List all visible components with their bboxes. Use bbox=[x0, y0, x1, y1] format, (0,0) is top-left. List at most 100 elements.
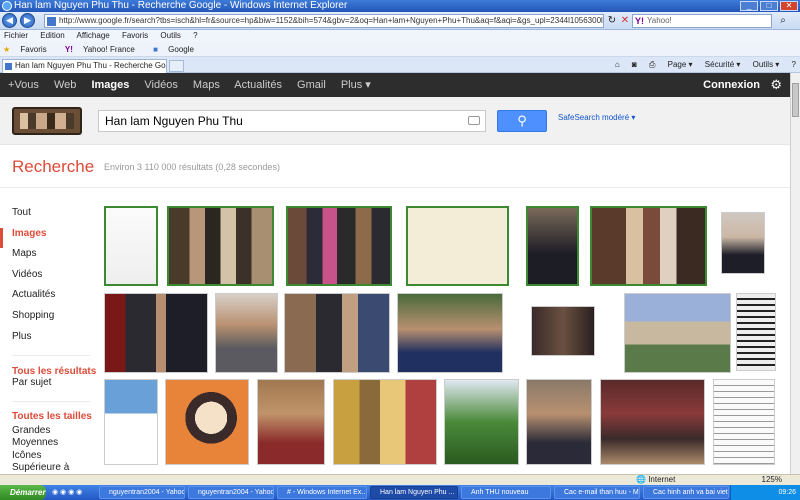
zoom-level[interactable]: 125% bbox=[762, 475, 782, 485]
gbar-link-plus-you[interactable]: +Vous bbox=[8, 79, 39, 91]
image-result-group-award[interactable] bbox=[167, 206, 274, 286]
help-icon[interactable]: ? bbox=[792, 60, 796, 69]
taskbar-item[interactable]: Anh THU nouveau bbox=[461, 486, 551, 499]
stop-icon[interactable]: ✕ bbox=[618, 14, 632, 28]
close-window-button[interactable]: ✕ bbox=[780, 1, 798, 11]
favorite-yahoo[interactable]: Y! Yahoo! France bbox=[65, 45, 143, 54]
image-result-meeting[interactable] bbox=[531, 306, 595, 356]
size-medium[interactable]: Moyennes bbox=[12, 437, 92, 450]
search-header: Han lam Nguyen Phu Thu ⚲ SafeSearch modé… bbox=[0, 97, 790, 145]
page-menu[interactable]: Page ▾ bbox=[668, 60, 693, 69]
favorite-google[interactable]: ■ Google bbox=[153, 45, 202, 54]
status-bar: 🌐 Internet 125% bbox=[0, 474, 800, 485]
menu-file[interactable]: Fichier bbox=[4, 31, 28, 40]
image-result-portrait-medals[interactable] bbox=[526, 206, 579, 286]
size-icons[interactable]: Icônes bbox=[12, 450, 92, 463]
back-button[interactable]: ◀ bbox=[2, 13, 17, 28]
image-result-medal-pinning[interactable] bbox=[590, 206, 707, 286]
maximize-button[interactable]: □ bbox=[760, 1, 778, 11]
gbar-link-images[interactable]: Images bbox=[91, 79, 129, 91]
address-url: http://www.google.fr/search?tbs=isch&hl=… bbox=[59, 16, 603, 25]
image-result-portrait-art[interactable] bbox=[165, 379, 249, 465]
image-result-diploma[interactable] bbox=[406, 206, 509, 286]
image-result-group-ceremony[interactable] bbox=[286, 206, 392, 286]
size-large[interactable]: Grandes bbox=[12, 425, 92, 438]
image-result-man-glasses[interactable] bbox=[215, 293, 278, 373]
gbar-link-videos[interactable]: Vidéos bbox=[144, 79, 177, 91]
favorites-button[interactable]: ★ Favoris bbox=[3, 45, 55, 54]
nav-item-videos[interactable]: Vidéos bbox=[12, 269, 92, 290]
image-result-article[interactable] bbox=[713, 379, 775, 465]
taskbar-item[interactable]: # - Windows Internet Ex... bbox=[277, 486, 367, 499]
clock[interactable]: 09:26 bbox=[778, 489, 796, 496]
nav-item-images[interactable]: Images bbox=[0, 227, 92, 249]
image-result-two-men[interactable] bbox=[104, 293, 208, 373]
image-result-calendar[interactable] bbox=[104, 379, 158, 465]
home-icon[interactable]: ⌂ bbox=[615, 60, 620, 69]
rss-icon[interactable]: ◙ bbox=[632, 60, 637, 69]
gbar-link-more[interactable]: Plus ▾ bbox=[341, 79, 371, 91]
gbar-link-maps[interactable]: Maps bbox=[193, 79, 220, 91]
search-input[interactable]: Han lam Nguyen Phu Thu bbox=[98, 110, 486, 132]
gbar-link-web[interactable]: Web bbox=[54, 79, 76, 91]
camera-icon[interactable] bbox=[468, 116, 480, 125]
forward-button[interactable]: ▶ bbox=[20, 13, 35, 28]
magnifier-icon[interactable]: ⌕ bbox=[776, 14, 790, 28]
security-menu[interactable]: Sécurité ▾ bbox=[705, 60, 741, 69]
taskbar-item-active[interactable]: Han lam Nguyen Phu ... bbox=[370, 486, 458, 499]
signin-link[interactable]: Connexion bbox=[703, 73, 760, 97]
image-result-audience[interactable] bbox=[600, 379, 705, 465]
scrollbar-thumb[interactable] bbox=[792, 83, 799, 117]
filter-all-sizes[interactable]: Toutes les tailles bbox=[12, 411, 92, 424]
tab-favicon-icon bbox=[5, 63, 12, 70]
image-result-altar[interactable] bbox=[333, 379, 437, 465]
image-result-old-document[interactable] bbox=[736, 293, 776, 371]
taskbar-item[interactable]: Cac hinh anh va bai viet ... bbox=[643, 486, 729, 499]
start-button[interactable]: Démarrer bbox=[0, 485, 46, 500]
nav-item-more[interactable]: Plus bbox=[12, 331, 92, 352]
quicklaunch-icons[interactable]: ◉ ◉ ◉ ◉ bbox=[52, 485, 82, 500]
tools-menu[interactable]: Outils ▾ bbox=[753, 60, 780, 69]
image-result-portrait-small[interactable] bbox=[721, 212, 765, 274]
address-input[interactable]: http://www.google.fr/search?tbs=isch&hl=… bbox=[44, 14, 604, 28]
menu-view[interactable]: Affichage bbox=[77, 31, 110, 40]
gear-icon[interactable]: ⚙ bbox=[770, 73, 782, 97]
nav-item-all[interactable]: Tout bbox=[12, 207, 92, 228]
image-result-man-smiling[interactable] bbox=[257, 379, 325, 465]
nav-item-shopping[interactable]: Shopping bbox=[12, 310, 92, 331]
address-toolbar: ◀ ▶ http://www.google.fr/search?tbs=isch… bbox=[0, 12, 800, 30]
toolbar-search-input[interactable]: Y! Yahoo! bbox=[632, 14, 772, 28]
search-button[interactable]: ⚲ bbox=[497, 110, 547, 132]
nav-item-maps[interactable]: Maps bbox=[12, 248, 92, 269]
image-result-portrait-man[interactable] bbox=[526, 379, 592, 465]
print-icon[interactable]: ⎙ bbox=[649, 60, 655, 69]
page-favicon-icon bbox=[47, 17, 56, 26]
nav-item-news[interactable]: Actualités bbox=[12, 289, 92, 310]
taskbar-item[interactable]: nguyentran2004 - Yahoo... bbox=[99, 486, 185, 499]
menu-favorites[interactable]: Favoris bbox=[122, 31, 148, 40]
refresh-icon[interactable]: ↻ bbox=[605, 14, 619, 28]
image-result-document[interactable] bbox=[104, 206, 158, 286]
menu-bar: Fichier Edition Affichage Favoris Outils… bbox=[0, 30, 800, 42]
minimize-button[interactable]: _ bbox=[740, 1, 758, 11]
tab-google-search[interactable]: Han lam Nguyen Phu Thu - Recherche Googl… bbox=[2, 59, 167, 73]
menu-help[interactable]: ? bbox=[193, 31, 197, 40]
page-scrollbar[interactable] bbox=[790, 73, 800, 475]
image-result-temple[interactable] bbox=[624, 293, 731, 373]
menu-edit[interactable]: Edition bbox=[40, 31, 64, 40]
image-result-palm-trees[interactable] bbox=[444, 379, 519, 465]
filter-by-subject[interactable]: Par sujet bbox=[12, 377, 96, 388]
image-result-man-garden[interactable] bbox=[397, 293, 503, 373]
gbar-link-gmail[interactable]: Gmail bbox=[297, 79, 326, 91]
gbar-link-news[interactable]: Actualités bbox=[234, 79, 282, 91]
result-stats: Environ 3 110 000 résultats (0,28 second… bbox=[104, 162, 280, 172]
taskbar-item[interactable]: Cac e-mail than huu - Mic... bbox=[554, 486, 640, 499]
safesearch-dropdown[interactable]: SafeSearch modéré ▾ bbox=[558, 113, 635, 122]
image-result-men-outdoors[interactable] bbox=[284, 293, 390, 373]
menu-tools[interactable]: Outils bbox=[160, 31, 180, 40]
filter-all-results[interactable]: Tous les résultats bbox=[12, 366, 96, 377]
taskbar-item[interactable]: nguyentran2004 - Yahoo... bbox=[188, 486, 274, 499]
new-tab-button[interactable] bbox=[169, 60, 184, 72]
size-larger-than[interactable]: Supérieure à bbox=[12, 462, 92, 475]
google-doodle-logo[interactable] bbox=[12, 107, 82, 135]
